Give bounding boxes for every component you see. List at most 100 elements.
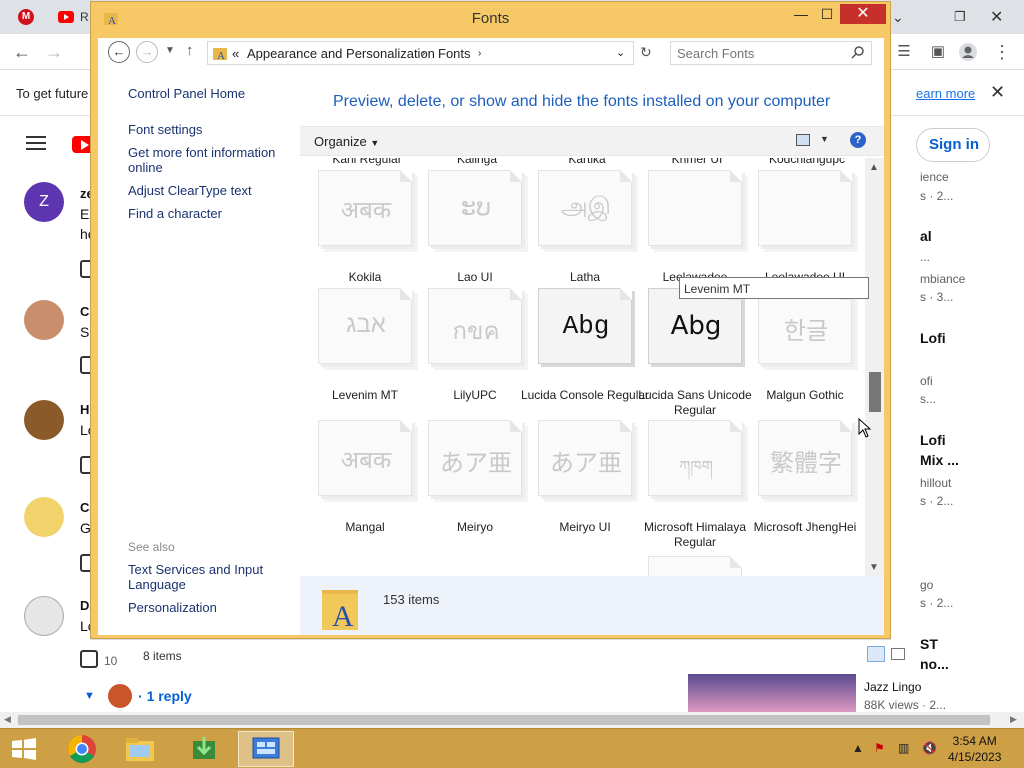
search-input[interactable] (677, 46, 847, 61)
minimize-button[interactable]: — (791, 4, 811, 24)
font-preview (758, 170, 852, 246)
m-logo-icon: M (18, 9, 34, 25)
suggestion-title[interactable]: ST (920, 636, 938, 652)
refresh-icon[interactable]: ↻ (640, 44, 652, 61)
suggestion-text: s · 2... (920, 189, 954, 203)
media-control-icon[interactable]: ☰ (894, 42, 914, 62)
side-panel-icon[interactable]: ▣ (928, 42, 948, 62)
start-button[interactable] (0, 731, 48, 767)
taskbar-file-explorer[interactable] (112, 731, 168, 767)
hamburger-menu-icon[interactable] (26, 136, 46, 150)
adjust-cleartype-link[interactable]: Adjust ClearType text (128, 183, 288, 198)
search-box[interactable] (670, 41, 872, 65)
like-count: 10 (104, 654, 118, 668)
forward-arrow-icon[interactable]: → (44, 42, 64, 62)
personalization-link[interactable]: Personalization (128, 600, 288, 615)
back-arrow-icon[interactable]: ← (12, 42, 32, 62)
breadcrumb-overflow[interactable]: « (232, 46, 239, 61)
font-tooltip: Levenim MT (679, 277, 869, 299)
network-icon[interactable]: ▥ (898, 741, 909, 755)
avatar[interactable]: Z (24, 182, 64, 222)
font-settings-link[interactable]: Font settings (128, 122, 288, 137)
more-font-info-link[interactable]: Get more font information online (128, 145, 288, 175)
back-button[interactable]: ← (108, 41, 130, 63)
recent-locations-chevron-icon[interactable]: ▼ (165, 45, 175, 56)
svg-text:A: A (217, 50, 225, 61)
scroll-left-icon[interactable]: ◀ (4, 714, 11, 725)
mouse-cursor-icon (858, 418, 872, 438)
replies-link[interactable]: · 1 reply (138, 688, 192, 704)
learn-more-link[interactable]: earn more (916, 86, 975, 101)
maximize-button[interactable]: ☐ (817, 4, 837, 24)
details-view-icon[interactable] (867, 646, 885, 662)
sign-in-button[interactable]: Sign in (916, 128, 990, 162)
font-sample: ཀཁག (679, 459, 713, 476)
volume-muted-icon[interactable]: 🔇 (922, 741, 937, 755)
view-options-icon[interactable] (796, 134, 810, 146)
browser-tab-label: R (80, 10, 89, 24)
font-sample: அஇ (560, 193, 611, 220)
browser-close-icon[interactable]: ✕ (990, 6, 1003, 28)
like-icon[interactable] (80, 650, 98, 668)
breadcrumb-separator-icon: › (422, 48, 426, 59)
avatar[interactable] (24, 497, 64, 537)
font-preview: 繁體字 (758, 420, 852, 496)
file-explorer-icon (126, 738, 154, 761)
address-bar[interactable]: A « Appearance and Personalization › Fon… (207, 41, 634, 65)
scroll-down-icon[interactable]: ▼ (869, 562, 879, 573)
suggestion-title[interactable]: Mix ... (920, 452, 959, 468)
font-preview: あア亜 (538, 420, 632, 496)
taskbar-control-panel[interactable] (238, 731, 294, 767)
browser-menu-icon[interactable]: ⋮ (992, 42, 1012, 62)
address-dropdown-icon[interactable]: ⌄ (616, 46, 625, 59)
close-icon[interactable]: ✕ (990, 82, 1005, 103)
show-hidden-icons-icon[interactable]: ▲ (852, 741, 864, 755)
avatar[interactable] (24, 300, 64, 340)
organize-menu-button[interactable]: Organize ▼ (314, 134, 379, 149)
info-banner-text: To get future (16, 86, 89, 101)
video-thumbnail[interactable] (688, 674, 856, 714)
forward-button[interactable]: → (136, 41, 158, 63)
breadcrumb-appearance[interactable]: Appearance and Personalization (247, 46, 435, 61)
scroll-thumb[interactable] (18, 715, 990, 725)
profile-icon[interactable] (958, 42, 978, 62)
find-character-link[interactable]: Find a character (128, 206, 288, 221)
taskbar-app[interactable] (176, 731, 232, 767)
browser-tab-m[interactable]: M (18, 6, 34, 28)
action-center-icon[interactable]: ⚑ (874, 741, 885, 755)
font-name[interactable]: Kodchiangupc (742, 158, 865, 167)
grid-vertical-scrollbar[interactable]: ▲ ▼ (865, 158, 884, 576)
avatar[interactable] (24, 400, 64, 440)
suggestion-title[interactable]: al (920, 228, 932, 244)
status-item-count: 8 items (143, 649, 182, 663)
browser-horizontal-scrollbar[interactable]: ◀ ▶ (0, 712, 1024, 728)
chevron-down-icon[interactable]: ▼ (820, 134, 829, 144)
browser-tab-youtube[interactable]: R (58, 6, 89, 28)
taskbar-chrome[interactable] (54, 731, 110, 767)
font-preview: あア亜 (428, 420, 522, 496)
text-services-link[interactable]: Text Services and Input Language (128, 562, 288, 592)
scroll-up-icon[interactable]: ▲ (869, 162, 879, 173)
caret-down-icon[interactable]: ▼ (84, 690, 95, 702)
video-title[interactable]: Jazz Lingo (864, 680, 921, 694)
suggestion-title[interactable]: Lofi (920, 330, 946, 346)
close-button[interactable]: ✕ (840, 4, 886, 24)
tab-search-chevron-icon[interactable]: ⌄ (892, 6, 904, 28)
up-arrow-icon[interactable]: ↑ (186, 42, 194, 59)
comment-author[interactable]: H (80, 402, 89, 417)
search-icon[interactable] (851, 45, 865, 59)
scroll-thumb[interactable] (869, 372, 881, 412)
control-panel-home-link[interactable]: Control Panel Home (128, 86, 288, 101)
scroll-right-icon[interactable]: ▶ (1010, 714, 1017, 725)
system-clock[interactable]: 3:54 AM 4/15/2023 (948, 733, 1001, 765)
window-titlebar[interactable]: A Fonts — ☐ ✕ (91, 2, 890, 32)
font-preview: ཀཁག (648, 420, 742, 496)
large-icons-view-icon[interactable] (891, 648, 905, 660)
browser-restore-icon[interactable]: ❐ (954, 6, 966, 28)
help-icon[interactable]: ? (850, 132, 866, 148)
breadcrumb-fonts[interactable]: Fonts (438, 46, 471, 61)
font-preview[interactable] (648, 556, 742, 576)
avatar[interactable] (24, 596, 64, 636)
svg-text:A: A (332, 600, 354, 632)
suggestion-title[interactable]: Lofi (920, 432, 946, 448)
